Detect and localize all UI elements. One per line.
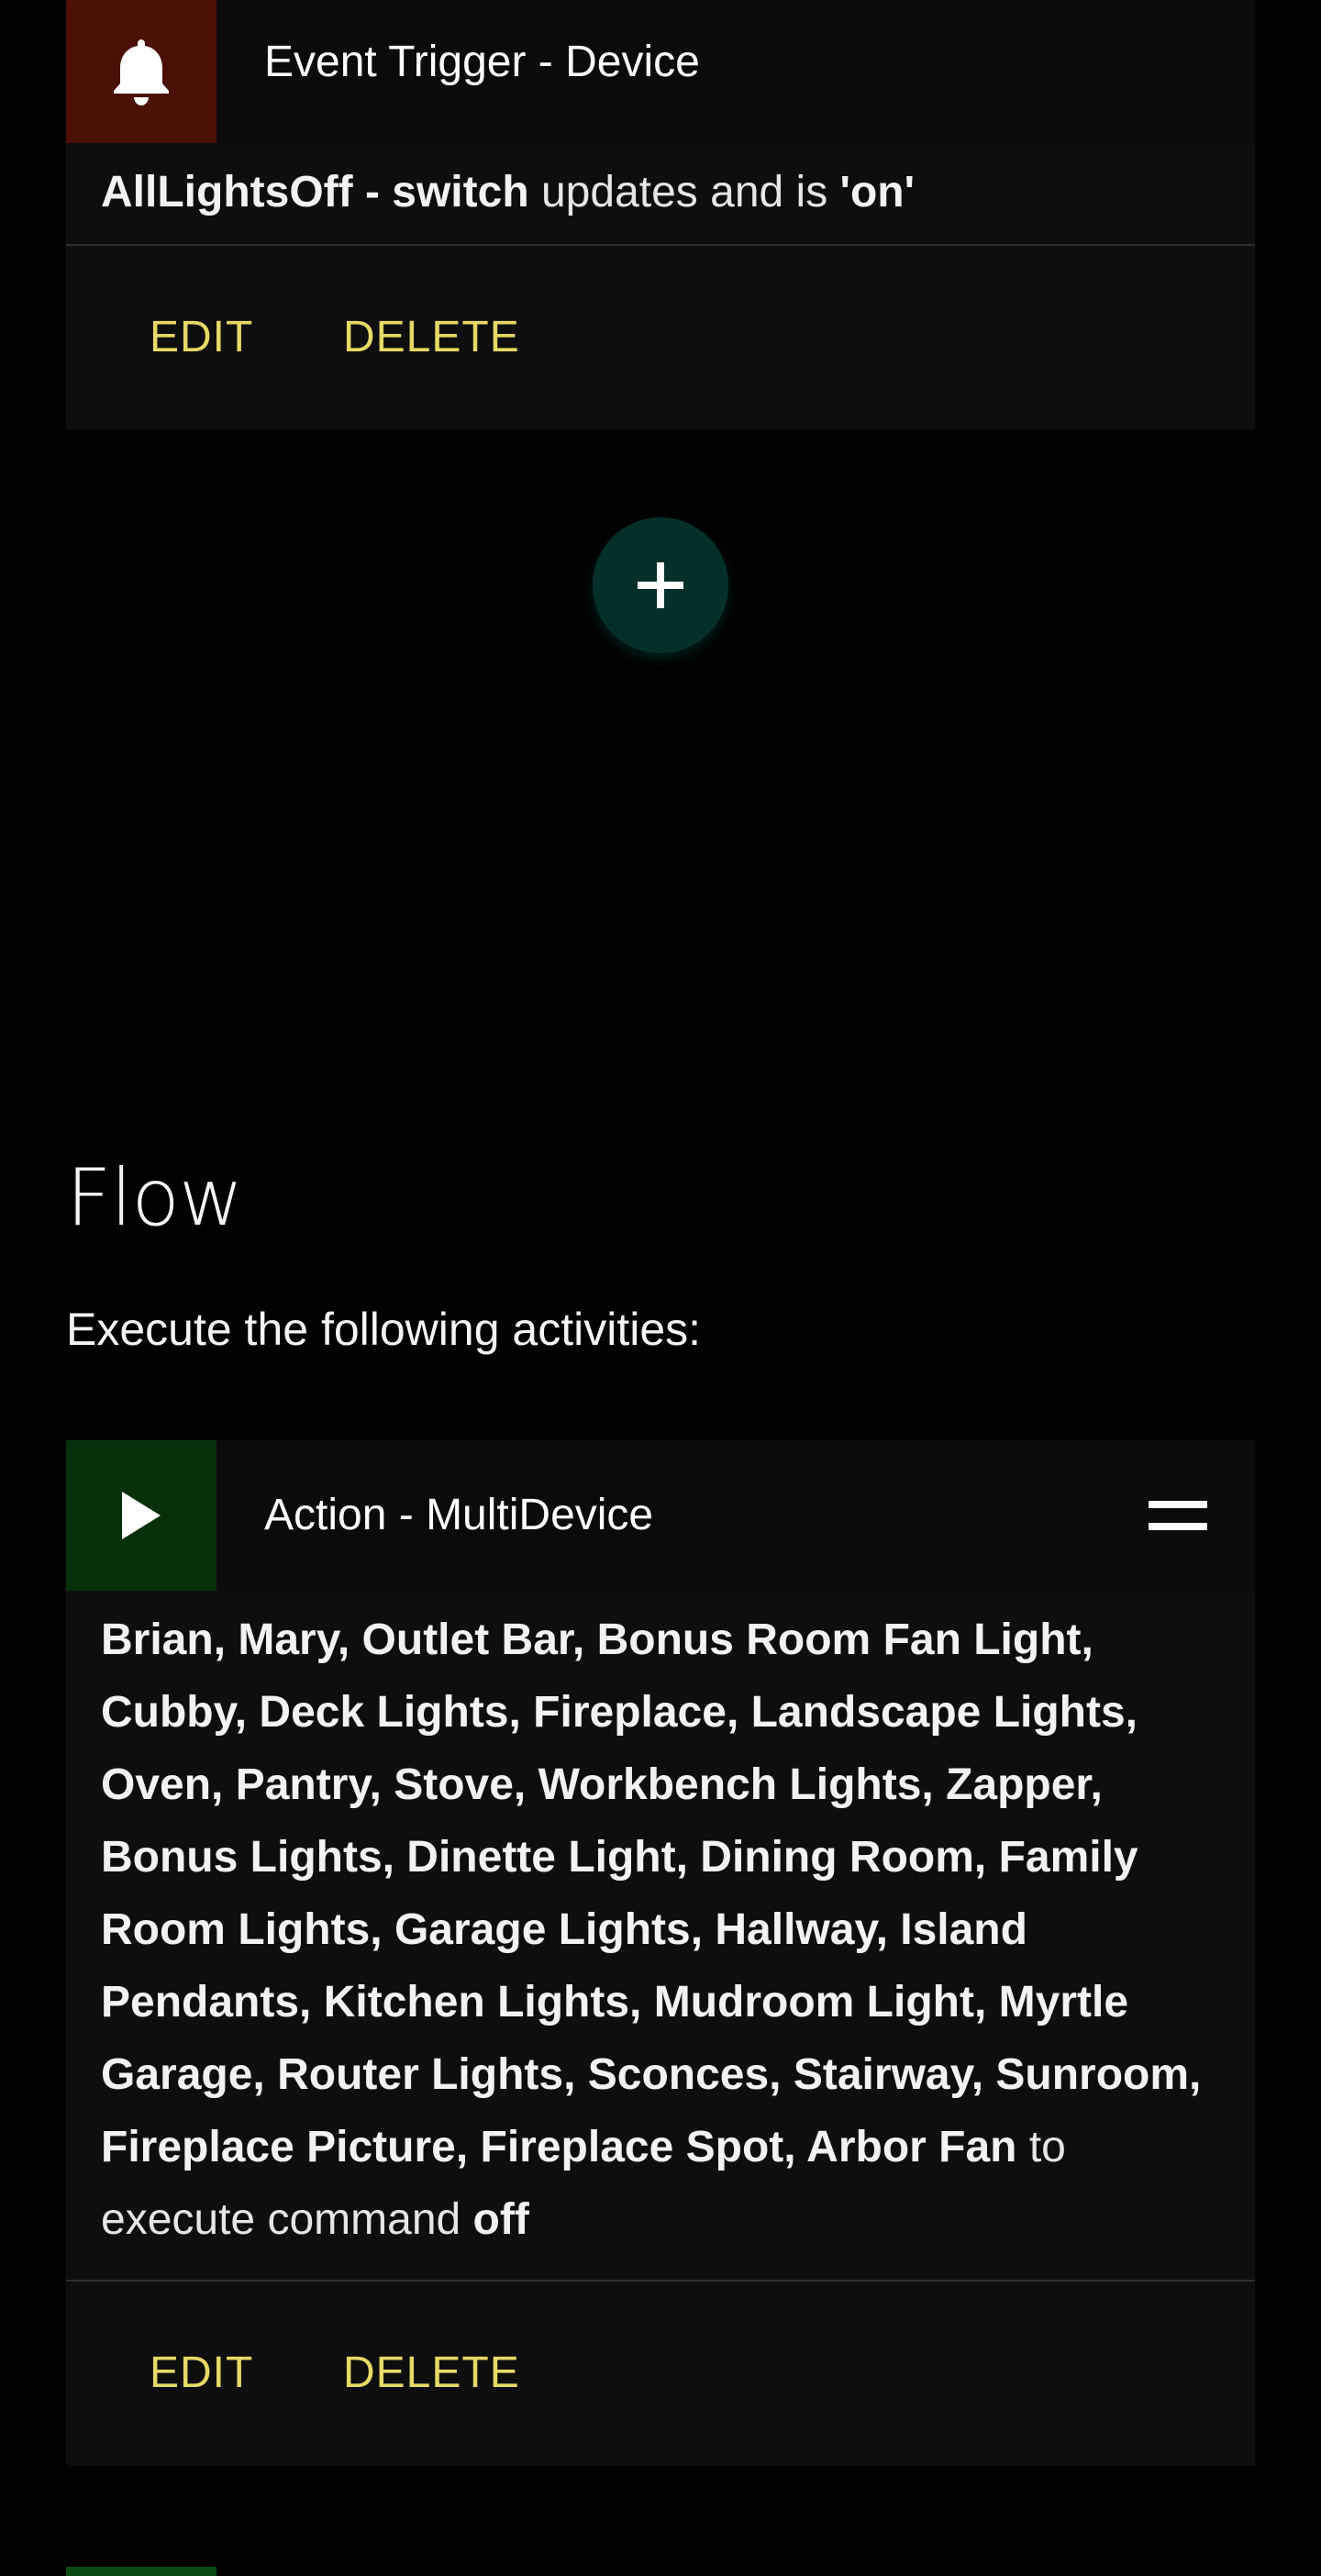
action-command: off	[472, 2195, 529, 2244]
trigger-condition-text: updates and is	[528, 168, 840, 217]
trigger-device-name: AllLightsOff - switch	[101, 168, 529, 217]
action-card-title: Action - MultiDevice	[264, 1491, 654, 1539]
action-edit-button[interactable]: EDIT	[150, 2282, 253, 2465]
trigger-card-header: Event Trigger - Device	[66, 0, 1255, 143]
action-device-list: Brian, Mary, Outlet Bar, Bonus Room Fan …	[101, 1616, 1202, 2171]
trigger-edit-button[interactable]: EDIT	[150, 246, 253, 429]
add-trigger-button[interactable]	[593, 517, 728, 653]
trigger-icon-tile	[66, 0, 216, 143]
drag-handle-bar-bottom	[1149, 1523, 1207, 1530]
next-card-icon-tile	[66, 2567, 216, 2576]
trigger-card: Event Trigger - Device AllLightsOff - sw…	[66, 0, 1255, 429]
trigger-delete-button[interactable]: DELETE	[343, 246, 520, 429]
drag-handle-bar-top	[1149, 1501, 1207, 1508]
flow-section-subtitle: Execute the following activities:	[66, 1304, 702, 1355]
trigger-value: 'on'	[839, 168, 916, 217]
action-delete-button[interactable]: DELETE	[343, 2282, 520, 2465]
trigger-card-title: Event Trigger - Device	[264, 38, 700, 86]
action-card-description: Brian, Mary, Outlet Bar, Bonus Room Fan …	[66, 1591, 1255, 2280]
action-icon-tile	[66, 1440, 216, 1591]
plus-icon	[638, 562, 683, 608]
trigger-card-actions: EDIT DELETE	[66, 246, 1255, 429]
flow-section-title: Flow	[66, 1152, 243, 1244]
trigger-card-description: AllLightsOff - switch updates and is 'on…	[66, 143, 1255, 244]
action-card-actions: EDIT DELETE	[66, 2282, 1255, 2465]
play-icon	[122, 1492, 161, 1539]
action-card: Action - MultiDevice Brian, Mary, Outlet…	[66, 1440, 1255, 2465]
bell-icon	[114, 39, 169, 105]
drag-handle-icon[interactable]	[1149, 1501, 1207, 1530]
action-card-header: Action - MultiDevice	[66, 1440, 1255, 1591]
